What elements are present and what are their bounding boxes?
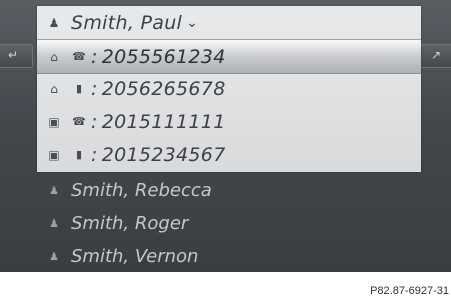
entry-separator: :: [91, 45, 98, 68]
display-screen: ↵ ↗ ♟ Smith, Paul ⌄ ⌂ ☎ : 2055561234 ⌂ ▮…: [0, 0, 451, 272]
person-icon: ♟: [49, 250, 59, 263]
mobile-icon: ▮: [75, 148, 83, 161]
contact-list-item[interactable]: ♟ Smith, Roger: [37, 207, 421, 240]
phone-entry-row[interactable]: ⌂ ☎ : 2055561234: [37, 39, 421, 74]
phone-icon: ☎: [72, 50, 86, 63]
home-icon: ⌂: [50, 81, 58, 96]
chevron-down-icon: ⌄: [186, 14, 198, 31]
person-icon: ♟: [48, 15, 60, 30]
phone-number: 2055561234: [101, 45, 226, 68]
office-icon: ▣: [48, 147, 60, 162]
contact-name: Smith, Vernon: [71, 246, 199, 267]
contact-name: Smith, Roger: [71, 213, 189, 234]
back-arrow-icon: ↵: [8, 48, 19, 62]
phone-number: 2015111111: [101, 110, 226, 133]
menu-icon: ↗: [431, 48, 442, 62]
figure-caption: P82.87-6927-31: [370, 285, 449, 297]
home-icon: ⌂: [50, 49, 58, 64]
back-tab[interactable]: ↵: [0, 44, 33, 68]
mobile-icon: ▮: [75, 82, 83, 95]
entry-separator: :: [91, 110, 98, 133]
phone-entry-row[interactable]: ▣ ▮ : 2015234567: [37, 138, 421, 171]
contact-name: Smith, Rebecca: [71, 180, 212, 201]
menu-tab[interactable]: ↗: [418, 44, 451, 68]
phone-number: 2056265678: [101, 77, 226, 100]
phone-icon: ☎: [72, 115, 86, 128]
phone-entry-row[interactable]: ⌂ ▮ : 2056265678: [37, 72, 421, 105]
contact-name-row[interactable]: ♟ Smith, Paul ⌄: [37, 6, 421, 39]
person-icon: ♟: [49, 184, 59, 197]
phone-entry-row[interactable]: ▣ ☎ : 2015111111: [37, 105, 421, 138]
phone-number: 2015234567: [101, 143, 226, 166]
contact-list-item[interactable]: ♟ Smith, Rebecca: [37, 174, 421, 207]
contact-name: Smith, Paul: [71, 11, 183, 34]
entry-separator: :: [91, 143, 98, 166]
entry-separator: :: [91, 77, 98, 100]
contact-details-panel: ♟ Smith, Paul ⌄ ⌂ ☎ : 2055561234 ⌂ ▮ : 2…: [37, 6, 421, 172]
contact-list-item[interactable]: ♟ Smith, Vernon: [37, 240, 421, 272]
person-icon: ♟: [49, 217, 59, 230]
office-icon: ▣: [48, 114, 60, 129]
